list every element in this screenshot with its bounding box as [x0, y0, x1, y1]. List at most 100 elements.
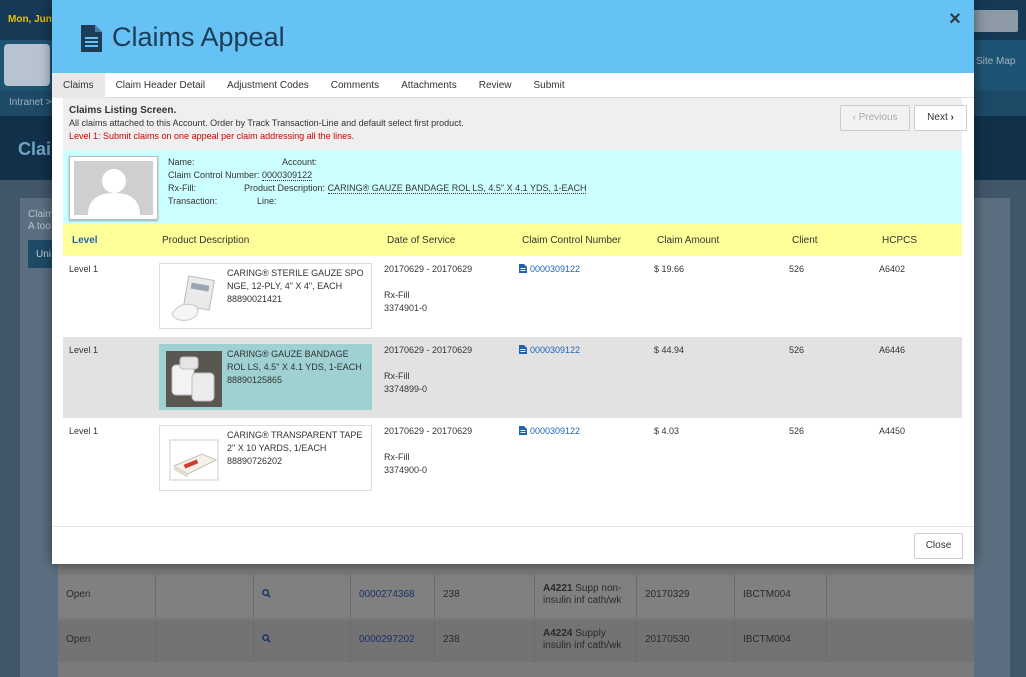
- previous-button[interactable]: ‹ Previous: [840, 105, 910, 131]
- dos-cell: 20170629 - 20170629: [384, 264, 473, 274]
- hcpcs-cell: A6446: [879, 345, 906, 355]
- ccn-link[interactable]: 0000309122: [519, 263, 580, 276]
- ccn-value[interactable]: 0000309122: [530, 264, 580, 274]
- site-map-link[interactable]: Site Map: [976, 56, 1015, 67]
- ccn-value[interactable]: 0000309122: [530, 345, 580, 355]
- product-description: CARING® GAUZE BANDAGE ROL LS, 4.5" X 4.1…: [227, 348, 369, 387]
- empty-cell: [156, 575, 254, 617]
- line-label: Line:: [257, 196, 277, 206]
- date-text: Mon, Jun.: [8, 14, 55, 25]
- column-header-hcpcs: HCPCS: [882, 235, 918, 246]
- document-icon: [519, 345, 527, 354]
- code: A4224: [543, 628, 573, 639]
- tab-bar: Claims Claim Header Detail Adjustment Co…: [52, 73, 974, 98]
- tab-adjustment-codes[interactable]: Adjustment Codes: [216, 73, 320, 98]
- product-label: Product Description:: [244, 183, 326, 193]
- rxfill-label: Rx-Fill: [384, 371, 410, 381]
- rxfill-value: 3374901-0: [384, 303, 428, 313]
- breadcrumb[interactable]: Intranet >: [9, 97, 52, 108]
- chevron-right-icon: ›: [950, 112, 954, 123]
- table-row[interactable]: Level 1 CARING® GAUZE BANDAGE ROL LS, 4.…: [63, 337, 962, 418]
- product-value: CARING® GAUZE BANDAGE ROL LS, 4.5" X 4.1…: [327, 183, 587, 194]
- hcpcs-cell: A6402: [879, 264, 906, 274]
- search-icon-cell[interactable]: [254, 620, 351, 662]
- rxfill-value: 3374899-0: [384, 384, 428, 394]
- product-ndc: 88890021421: [227, 294, 283, 304]
- document-icon: [519, 426, 527, 435]
- level-cell: Level 1: [69, 264, 99, 274]
- listing-warning: Level 1: Submit claims on one appeal per…: [69, 131, 355, 141]
- date-cell: 20170329: [637, 575, 735, 617]
- product-card[interactable]: CARING® STERILE GAUZE SPO NGE, 12-PLY, 4…: [159, 263, 372, 329]
- ccn-link[interactable]: 0000274368: [351, 575, 435, 617]
- ccn-link[interactable]: 0000309122: [519, 425, 580, 438]
- hcpcs-cell: A4450: [879, 426, 906, 436]
- table-row[interactable]: Open 0000274368 238 A4221 Supp non-insul…: [58, 575, 974, 617]
- avatar: [69, 156, 158, 220]
- tab-review[interactable]: Review: [468, 73, 523, 98]
- ccn-value[interactable]: 0000309122: [530, 426, 580, 436]
- column-header-client: Client: [792, 235, 818, 246]
- code: A4221: [543, 583, 573, 594]
- table-row[interactable]: Open 0000297202 238 A4224 Supply insulin…: [58, 620, 974, 662]
- search-icon[interactable]: [262, 634, 271, 643]
- empty-cell: [156, 620, 254, 662]
- product-line: 2" X 10 YARDS, 1/EACH: [227, 443, 327, 453]
- listing-area: Claims Listing Screen. All claims attach…: [63, 98, 967, 150]
- tab-attachments[interactable]: Attachments: [390, 73, 468, 98]
- number-cell: 238: [435, 575, 535, 617]
- product-card-selected[interactable]: CARING® GAUZE BANDAGE ROL LS, 4.5" X 4.1…: [159, 344, 372, 410]
- level-cell: Level 1: [69, 345, 99, 355]
- tab-claim-header-detail[interactable]: Claim Header Detail: [105, 73, 216, 98]
- table-row[interactable]: Level 1 CARING® STERILE GAUZE SPO NGE, 1…: [63, 256, 962, 337]
- amount-cell: $ 4.03: [654, 426, 680, 436]
- previous-label: Previous: [858, 112, 898, 123]
- product-line: ROL LS, 4.5" X 4.1 YDS, 1-EACH: [227, 362, 362, 372]
- product-ndc: 88890125865: [227, 375, 283, 385]
- claim-info-box: Name: Account: Claim Control Number: 000…: [63, 150, 962, 224]
- ccn-label: Claim Control Number:: [168, 170, 260, 180]
- next-button[interactable]: Next ›: [914, 105, 967, 131]
- page-title: Clai: [18, 139, 52, 159]
- product-row: Product Description: CARING® GAUZE BANDA…: [244, 183, 587, 194]
- client-cell: 526: [789, 426, 805, 436]
- listing-description: All claims attached to this Account. Ord…: [69, 118, 464, 128]
- claim-intro: Claim A too: [28, 209, 54, 233]
- close-button[interactable]: Close: [914, 533, 963, 559]
- ccn-link[interactable]: 0000309122: [519, 344, 580, 357]
- next-label: Next: [927, 112, 948, 123]
- logo[interactable]: [4, 44, 50, 86]
- product-card[interactable]: CARING® TRANSPARENT TAPE 2" X 10 YARDS, …: [159, 425, 372, 491]
- date-cell: 20170530: [637, 620, 735, 662]
- tab-submit[interactable]: Submit: [523, 73, 576, 98]
- amount-cell: $ 19.66: [654, 264, 685, 274]
- ccn-row: Claim Control Number: 0000309122: [168, 170, 313, 181]
- listing-title: Claims Listing Screen.: [69, 105, 177, 116]
- claim-intro-line: A too: [28, 221, 51, 232]
- column-header-level[interactable]: Level: [72, 235, 98, 246]
- search-icon[interactable]: [262, 589, 271, 598]
- tab-claims[interactable]: Claims: [52, 73, 105, 98]
- chevron-left-icon: ‹: [852, 112, 856, 123]
- ccn-value: 0000309122: [262, 170, 313, 181]
- gauze-sponge-image: [166, 270, 222, 326]
- person-icon: [88, 169, 140, 215]
- tab-comments[interactable]: Comments: [320, 73, 390, 98]
- product-description: CARING® TRANSPARENT TAPE 2" X 10 YARDS, …: [227, 429, 369, 468]
- rxfill-label: Rx-Fill: [384, 452, 410, 462]
- transaction-label: Transaction:: [168, 196, 218, 206]
- search-box[interactable]: [968, 10, 1018, 32]
- table-row[interactable]: Level 1 CARING® TRANSPARENT TAPE 2" X 10…: [63, 418, 962, 499]
- ccn-link[interactable]: 0000297202: [351, 620, 435, 662]
- claims-appeal-modal: Claims Appeal × Claims Claim Header Deta…: [52, 0, 974, 564]
- number-cell: 238: [435, 620, 535, 662]
- search-icon-cell[interactable]: [254, 575, 351, 617]
- product-ndc: 88890726202: [227, 456, 283, 466]
- code-cell: A4221 Supp non-insulin inf cath/wk: [535, 575, 637, 617]
- close-icon[interactable]: ×: [945, 9, 965, 29]
- product-line: CARING® GAUZE BANDAGE: [227, 349, 349, 359]
- product-line: NGE, 12-PLY, 4" X 4", EACH: [227, 281, 343, 291]
- rxfill-value: 3374900-0: [384, 465, 428, 475]
- column-header-amount: Claim Amount: [657, 235, 720, 246]
- dos-cell: 20170629 - 20170629: [384, 426, 473, 436]
